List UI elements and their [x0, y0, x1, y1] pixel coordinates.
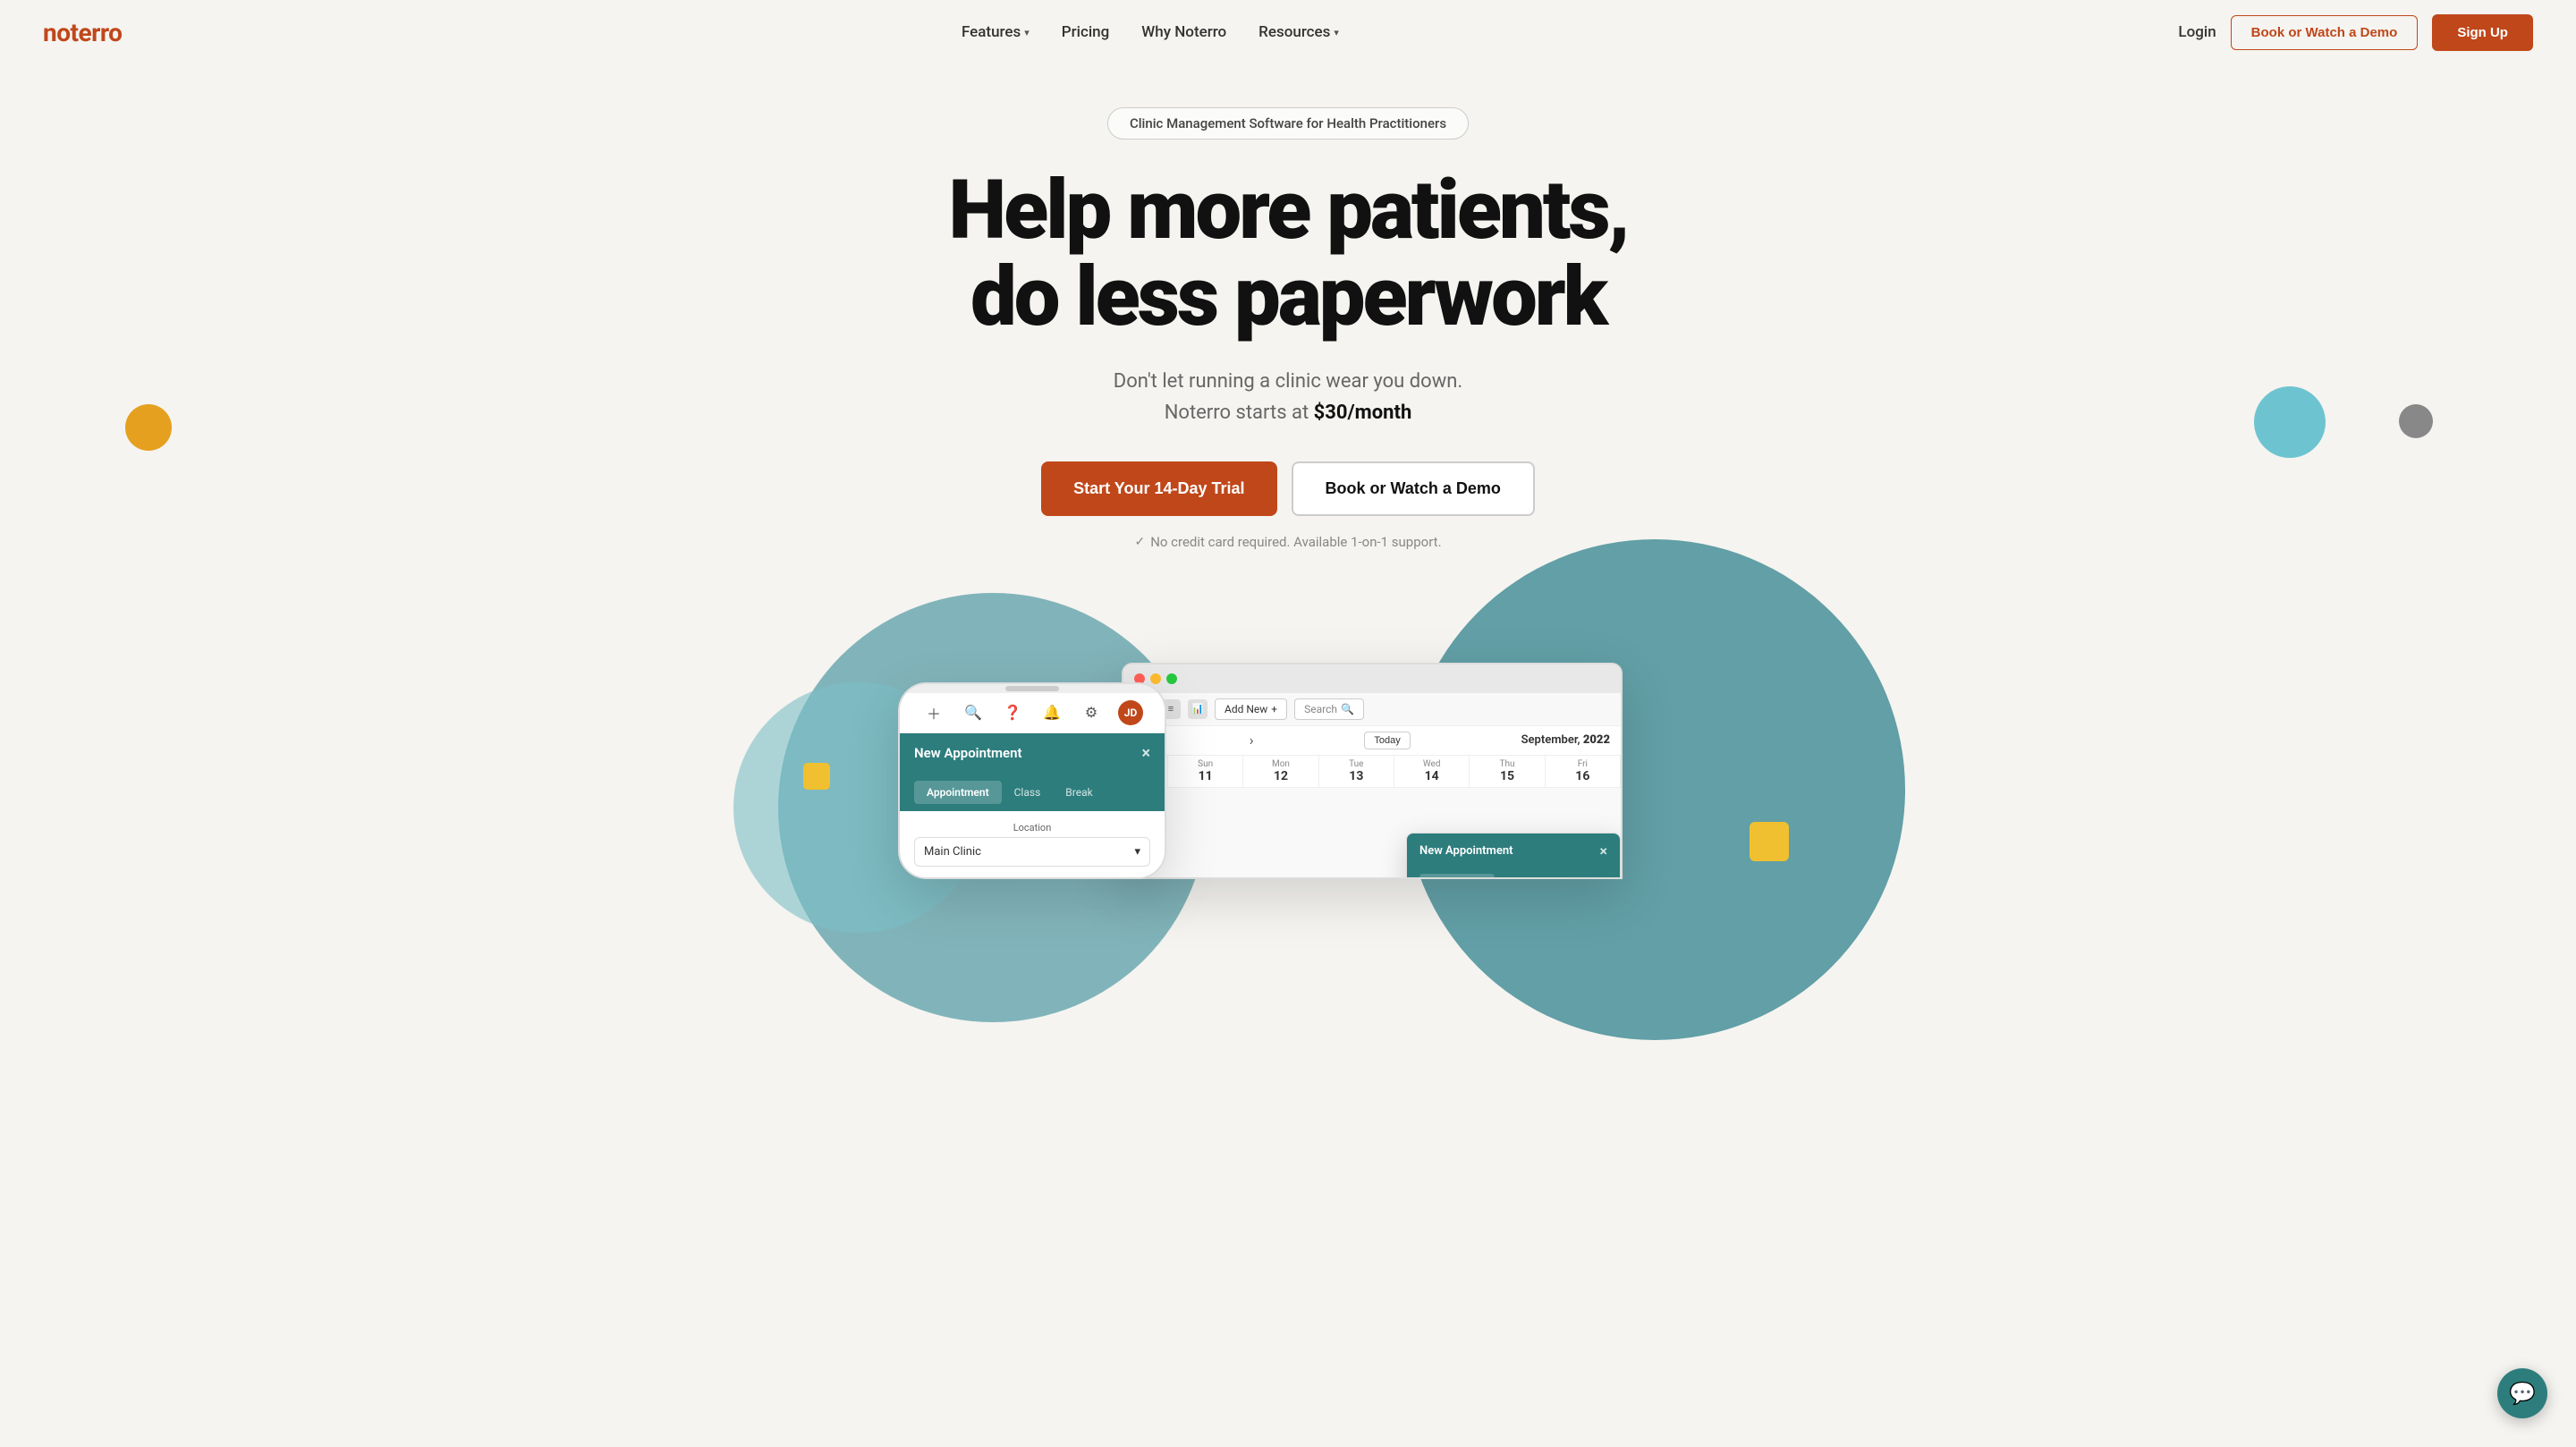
features-chevron-icon: ▾: [1024, 27, 1030, 38]
phone-toolbar: ＋ 🔍 ❓ 🔔 ⚙ JD: [900, 693, 1165, 733]
desktop-mockup: ⊞ ≡ 📊 Add New + Search 🔍 ‹ › Today Septe…: [1122, 663, 1623, 879]
deco-teal-small-circle: [2254, 386, 2326, 458]
desktop-titlebar: [1123, 664, 1621, 693]
hero-title-line2: do less paperwork: [970, 250, 1606, 345]
phone-tabs: Appointment Class Break: [900, 774, 1165, 811]
screenshots-section: ＋ 🔍 ❓ 🔔 ⚙ JD New Appointment × Appointme…: [707, 593, 1869, 879]
dropdown-chevron-icon: ▾: [1134, 845, 1140, 859]
nav-item-why[interactable]: Why Noterro: [1141, 23, 1226, 41]
why-label: Why Noterro: [1141, 23, 1226, 41]
chart-icon[interactable]: 📊: [1188, 699, 1208, 719]
cal-month-title: September, 2022: [1521, 733, 1610, 747]
deco-gray-circle: [2399, 404, 2433, 438]
desktop-appt-tab-class[interactable]: Class: [1495, 874, 1537, 879]
chat-widget[interactable]: 💬: [2497, 1368, 2547, 1418]
location-select[interactable]: Main Clinic ▾: [914, 837, 1150, 867]
win-maximize-btn[interactable]: [1166, 673, 1177, 684]
cal-day-tue: Tue 13: [1319, 756, 1394, 787]
phone-modal-title: New Appointment: [914, 745, 1022, 761]
desktop-appt-close-icon[interactable]: ×: [1600, 842, 1608, 859]
avatar: JD: [1118, 700, 1143, 725]
login-link[interactable]: Login: [2178, 23, 2216, 41]
cal-grid-header: Sun 11 Mon 12 Tue 13 Wed 14 Thu 15: [1123, 756, 1621, 788]
today-button[interactable]: Today: [1364, 732, 1410, 749]
signup-button[interactable]: Sign Up: [2432, 14, 2533, 51]
nav-item-pricing[interactable]: Pricing: [1062, 23, 1110, 41]
desktop-toolbar: ⊞ ≡ 📊 Add New + Search 🔍: [1123, 693, 1621, 726]
plus-icon[interactable]: ＋: [921, 700, 946, 725]
bell-icon[interactable]: 🔔: [1039, 700, 1064, 725]
cal-body: New Appointment × Appointment Class Brea…: [1123, 788, 1621, 877]
calendar-header: ‹ › Today September, 2022: [1123, 726, 1621, 756]
search-icon[interactable]: 🔍: [961, 700, 986, 725]
deco-orange-circle: [125, 404, 172, 451]
cal-day-sun: Sun 11: [1168, 756, 1243, 787]
resources-label: Resources: [1258, 23, 1330, 41]
cal-day-mon: Mon 12: [1243, 756, 1318, 787]
cal-next-icon[interactable]: ›: [1250, 732, 1254, 749]
search-icon-desktop: 🔍: [1341, 703, 1354, 715]
phone-tab-break[interactable]: Break: [1053, 781, 1105, 804]
hero-note: ✓ No credit card required. Available 1-o…: [1134, 534, 1441, 550]
trial-button[interactable]: Start Your 14-Day Trial: [1041, 461, 1276, 516]
desktop-appt-tab-break[interactable]: Break: [1537, 874, 1580, 879]
desktop-appt-header: New Appointment ×: [1407, 834, 1620, 868]
nav-links: Features ▾ Pricing Why Noterro Resources…: [962, 23, 1339, 41]
cal-day-wed: Wed 14: [1394, 756, 1470, 787]
nav-item-features[interactable]: Features ▾: [962, 23, 1030, 41]
resources-chevron-icon: ▾: [1334, 27, 1339, 38]
add-new-button[interactable]: Add New +: [1215, 698, 1287, 720]
cal-day-fri: Fri 16: [1546, 756, 1621, 787]
phone-bar: [900, 684, 1165, 693]
hero-subtitle-text1: Don't let running a clinic wear you down…: [1114, 370, 1462, 393]
navbar: noterro Features ▾ Pricing Why Noterro R…: [0, 0, 2576, 64]
phone-modal-close-icon[interactable]: ×: [1141, 744, 1150, 763]
pricing-label: Pricing: [1062, 23, 1110, 41]
hero-title: Help more patients, do less paperwork: [948, 168, 1627, 341]
demo-button-hero[interactable]: Book or Watch a Demo: [1292, 461, 1535, 516]
desktop-appt-tabs: Appointment Class Break: [1407, 868, 1620, 879]
phone-tab-appointment[interactable]: Appointment: [914, 781, 1002, 804]
hero-price: $30/month: [1314, 402, 1412, 424]
chat-icon: 💬: [2509, 1381, 2536, 1406]
phone-tab-class[interactable]: Class: [1002, 781, 1054, 804]
desktop-appt-title: New Appointment: [1419, 844, 1513, 858]
desktop-appt-tab-appointment[interactable]: Appointment: [1419, 874, 1495, 879]
phone-modal-header: New Appointment ×: [900, 733, 1165, 774]
help-icon[interactable]: ❓: [1000, 700, 1025, 725]
phone-notch: [1005, 686, 1059, 691]
logo-link[interactable]: noterro: [43, 18, 123, 47]
nav-right: Login Book or Watch a Demo Sign Up: [2178, 14, 2533, 51]
location-value: Main Clinic: [924, 845, 981, 859]
checkmark-icon: ✓: [1134, 535, 1145, 549]
hero-subtitle: Don't let running a clinic wear you down…: [1114, 366, 1462, 428]
win-minimize-btn[interactable]: [1150, 673, 1161, 684]
location-label: Location: [914, 822, 1150, 834]
hero-cta-group: Start Your 14-Day Trial Book or Watch a …: [1041, 461, 1535, 516]
plus-icon-desktop: +: [1271, 703, 1277, 715]
phone-form: Location Main Clinic ▾: [900, 811, 1165, 877]
hero-title-line1: Help more patients,: [948, 163, 1627, 258]
logo-text: noterro: [43, 18, 123, 47]
desktop-search-input[interactable]: Search 🔍: [1294, 698, 1364, 720]
yellow-square-left: [803, 763, 830, 790]
hero-note-text: No credit card required. Available 1-on-…: [1150, 534, 1441, 550]
desktop-appt-modal: New Appointment × Appointment Class Brea…: [1406, 833, 1621, 879]
hero-section: Clinic Management Software for Health Pr…: [0, 64, 2576, 879]
nav-item-resources[interactable]: Resources ▾: [1258, 23, 1339, 41]
features-label: Features: [962, 23, 1021, 41]
demo-button-nav[interactable]: Book or Watch a Demo: [2231, 15, 2419, 50]
settings-icon[interactable]: ⚙: [1079, 700, 1104, 725]
cal-day-thu: Thu 15: [1470, 756, 1545, 787]
phone-mockup: ＋ 🔍 ❓ 🔔 ⚙ JD New Appointment × Appointme…: [898, 682, 1166, 879]
hero-badge: Clinic Management Software for Health Pr…: [1107, 107, 1469, 140]
hero-subtitle-text2: Noterro starts at: [1165, 402, 1314, 424]
yellow-square-right: [1750, 822, 1789, 861]
